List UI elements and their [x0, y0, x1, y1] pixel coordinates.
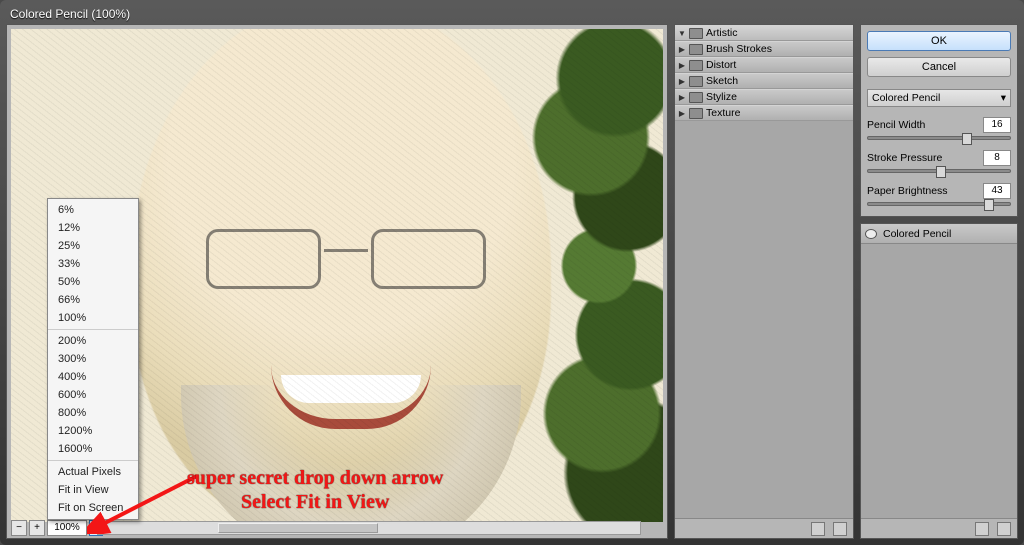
folder-icon: [689, 60, 703, 71]
zoom-out-button[interactable]: −: [11, 520, 27, 536]
zoom-menu-item[interactable]: 12%: [48, 219, 138, 237]
slider-label: Pencil Width: [867, 119, 925, 131]
slider-row: Pencil Width 16: [867, 117, 1011, 133]
slider-thumb[interactable]: [962, 133, 972, 145]
settings-panel: OK Cancel Colored Pencil ▾ Pencil Width 1…: [860, 24, 1018, 217]
zoom-in-button[interactable]: +: [29, 520, 45, 536]
lens-left: [206, 229, 321, 289]
category-label: Distort: [706, 59, 736, 71]
category-panel: ▼ Artistic ▶ Brush Strokes ▶ Distort ▶ Sketch ▶ S…: [674, 24, 854, 539]
menu-separator: [48, 329, 138, 330]
effect-layers-panel: Colored Pencil: [860, 223, 1018, 539]
zoom-menu-item[interactable]: 25%: [48, 237, 138, 255]
slider-thumb[interactable]: [984, 199, 994, 211]
ok-button[interactable]: OK: [867, 31, 1011, 51]
scrollbar-thumb[interactable]: [218, 523, 378, 533]
disclosure-arrow-icon: ▶: [678, 109, 686, 118]
controls-column: OK Cancel Colored Pencil ▾ Pencil Width 1…: [860, 24, 1018, 539]
disclosure-arrow-icon: ▼: [678, 29, 686, 38]
zoom-menu-item[interactable]: 6%: [48, 201, 138, 219]
slider-thumb[interactable]: [936, 166, 946, 178]
filter-select-label: Colored Pencil: [872, 92, 940, 104]
zoom-menu-item[interactable]: 600%: [48, 386, 138, 404]
effect-layer-row[interactable]: Colored Pencil: [861, 224, 1017, 244]
plant-leaves: [503, 29, 663, 522]
slider-value[interactable]: 16: [983, 117, 1011, 133]
delete-effect-layer-icon[interactable]: [833, 522, 847, 536]
folder-icon: [689, 44, 703, 55]
slider-value[interactable]: 8: [983, 150, 1011, 166]
eye-icon[interactable]: [865, 229, 877, 239]
filter-select[interactable]: Colored Pencil ▾: [867, 89, 1011, 107]
disclosure-arrow-icon: ▶: [678, 45, 686, 54]
disclosure-arrow-icon: ▶: [678, 93, 686, 102]
filter-gallery-window: Colored Pencil (100%): [0, 0, 1024, 545]
slider-track[interactable]: [867, 136, 1011, 140]
slider-value[interactable]: 43: [983, 183, 1011, 199]
new-layer-icon[interactable]: [975, 522, 989, 536]
category-list: ▼ Artistic ▶ Brush Strokes ▶ Distort ▶ Sketch ▶ S…: [675, 25, 853, 121]
disclosure-arrow-icon: ▶: [678, 61, 686, 70]
category-item[interactable]: ▶ Texture: [675, 105, 853, 121]
category-label: Brush Strokes: [706, 43, 772, 55]
zoom-field[interactable]: 100%: [47, 520, 87, 536]
slider-label: Paper Brightness: [867, 185, 948, 197]
category-item[interactable]: ▶ Stylize: [675, 89, 853, 105]
folder-icon: [689, 28, 703, 39]
category-label: Artistic: [706, 27, 738, 39]
preview-panel: 6%12%25%33%50%66%100%200%300%400%600%800…: [6, 24, 668, 539]
category-item[interactable]: ▶ Distort: [675, 57, 853, 73]
canvas-area: 6%12%25%33%50%66%100%200%300%400%600%800…: [7, 25, 667, 538]
category-footer: [675, 518, 853, 538]
category-item[interactable]: ▼ Artistic: [675, 25, 853, 41]
content-row: 6%12%25%33%50%66%100%200%300%400%600%800…: [6, 24, 1018, 539]
category-item[interactable]: ▶ Brush Strokes: [675, 41, 853, 57]
annotation-line2: Select Fit in View: [187, 490, 443, 514]
disclosure-arrow-icon: ▶: [678, 77, 686, 86]
zoom-menu-item[interactable]: 400%: [48, 368, 138, 386]
effect-layer-label: Colored Pencil: [883, 228, 951, 240]
zoom-menu-item[interactable]: 1200%: [48, 422, 138, 440]
glasses-bridge: [324, 249, 368, 252]
zoom-menu-item[interactable]: 800%: [48, 404, 138, 422]
category-body: [675, 121, 853, 518]
trash-icon[interactable]: [997, 522, 1011, 536]
slider-row: Paper Brightness 43: [867, 183, 1011, 199]
effect-layers-footer: [861, 518, 1017, 538]
effect-layers-body: [861, 244, 1017, 518]
glasses: [206, 229, 486, 295]
slider-label: Stroke Pressure: [867, 152, 942, 164]
slider-track[interactable]: [867, 169, 1011, 173]
category-label: Stylize: [706, 91, 737, 103]
folder-icon: [689, 108, 703, 119]
slider-row: Stroke Pressure 8: [867, 150, 1011, 166]
cancel-button[interactable]: Cancel: [867, 57, 1011, 77]
menu-separator: [48, 460, 138, 461]
zoom-menu-item[interactable]: 1600%: [48, 440, 138, 458]
category-label: Texture: [706, 107, 740, 119]
category-item[interactable]: ▶ Sketch: [675, 73, 853, 89]
new-effect-layer-icon[interactable]: [811, 522, 825, 536]
zoom-menu-item[interactable]: 300%: [48, 350, 138, 368]
slider-track[interactable]: [867, 202, 1011, 206]
window-title: Colored Pencil (100%): [6, 4, 1018, 24]
zoom-menu-item[interactable]: 100%: [48, 309, 138, 327]
zoom-menu-item[interactable]: 66%: [48, 291, 138, 309]
folder-icon: [689, 92, 703, 103]
annotation-text: super secret drop down arrow Select Fit …: [187, 466, 443, 514]
zoom-menu-item[interactable]: 33%: [48, 255, 138, 273]
zoom-menu-item[interactable]: 50%: [48, 273, 138, 291]
zoom-menu-item[interactable]: 200%: [48, 332, 138, 350]
category-label: Sketch: [706, 75, 738, 87]
annotation-line1: super secret drop down arrow: [187, 466, 443, 490]
chevron-down-icon: ▾: [1001, 92, 1006, 104]
lens-right: [371, 229, 486, 289]
folder-icon: [689, 76, 703, 87]
